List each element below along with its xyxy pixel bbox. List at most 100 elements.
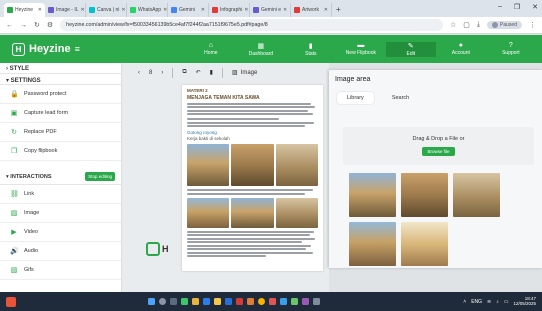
sidebar-item-capture-lead-form[interactable]: ▣ Capture lead form (0, 104, 121, 123)
tab-library[interactable]: Library (337, 92, 374, 104)
flipbook-page[interactable]: MATERI 2 MENJAGA TEMAN KITA SAWA Gotong … (182, 85, 323, 271)
app-icon[interactable] (302, 298, 309, 305)
app-icon[interactable] (291, 298, 298, 305)
tab-close-icon[interactable]: ✕ (201, 7, 205, 13)
new-tab-button[interactable]: + (336, 5, 341, 14)
sidebar-item-copy-flipbook[interactable]: ❐ Copy flipbook (0, 142, 121, 161)
app-icon[interactable] (225, 298, 232, 305)
sidebar-item-label: Gifs (24, 267, 34, 273)
widget-icon[interactable] (6, 296, 16, 307)
tab-close-icon[interactable]: ✕ (283, 7, 287, 13)
bookmark-star-icon[interactable]: ☆ (450, 21, 456, 29)
stop-editing-button[interactable]: Stop editing (85, 172, 115, 181)
browser-menu-icon[interactable]: ⋮ (529, 21, 536, 29)
tab-close-icon[interactable]: ✕ (324, 7, 328, 13)
heyzine-logo[interactable]: H Heyzine ≡ (0, 42, 86, 56)
volume-icon[interactable]: ♪ (496, 299, 499, 305)
reload-icon[interactable]: ↻ (34, 21, 40, 29)
library-image[interactable] (401, 222, 448, 266)
image-tool-button[interactable]: ▨ Image (232, 69, 257, 77)
nav-support[interactable]: ? Support (486, 42, 536, 57)
app-icon[interactable] (203, 298, 210, 305)
sidebar-settings-section[interactable]: ▾ SETTINGS (0, 74, 121, 85)
menu-toggle-icon[interactable]: ≡ (75, 44, 80, 54)
tab-close-icon[interactable]: ✕ (163, 7, 167, 13)
sidebar-item-image[interactable]: ▨ Image (0, 204, 121, 223)
next-page-button[interactable]: › (161, 70, 163, 76)
browser-tab[interactable]: WhatsApp ✕ (127, 3, 168, 17)
tab-close-icon[interactable]: ✕ (81, 7, 85, 13)
copy-icon[interactable]: ⧉ (182, 69, 186, 76)
nav-stats[interactable]: ▮ Stats (286, 42, 336, 57)
folder-icon[interactable] (214, 298, 221, 305)
minimize-icon[interactable]: – (498, 3, 502, 11)
app-icon[interactable] (192, 298, 199, 305)
url-field[interactable]: heyzine.com/admin/view/fx=f50033456139b5… (60, 19, 444, 31)
app-icon[interactable] (280, 298, 287, 305)
upload-text: Drag & Drop a File or (412, 136, 465, 142)
library-image[interactable] (453, 173, 500, 217)
sidebar-interactions-section[interactable]: ▾ INTERACTIONS Stop editing (0, 169, 121, 185)
sidebar-item-icon: ⛓ (10, 191, 19, 198)
browser-tab[interactable]: Canva | ni ✕ (86, 3, 127, 17)
library-image[interactable] (349, 173, 396, 217)
library-image[interactable] (349, 222, 396, 266)
nav-account[interactable]: ● Account (436, 42, 486, 57)
browser-tab[interactable]: Gemini ✕ (168, 3, 209, 17)
app-icon[interactable] (269, 298, 276, 305)
nav-new-flipbook[interactable]: ▬ New Flipbook (336, 42, 386, 57)
upload-dropzone[interactable]: Drag & Drop a File or Browse file (343, 127, 534, 165)
chevron-up-icon[interactable]: ˄ (463, 299, 466, 305)
library-image[interactable] (401, 173, 448, 217)
app-icon[interactable] (236, 298, 243, 305)
nav-dashboard[interactable]: ▦ Dashboard (236, 42, 286, 57)
undo-icon[interactable]: ↶ (196, 69, 201, 76)
app-icon[interactable] (247, 298, 254, 305)
extensions-icon[interactable]: ▢ (463, 21, 470, 29)
sidebar-item-gifs[interactable]: ▧ Gifs (0, 261, 121, 280)
chrome-icon[interactable] (258, 298, 265, 305)
search-icon[interactable] (159, 298, 166, 305)
sidebar-item-audio[interactable]: 🔊 Audio (0, 242, 121, 261)
delete-icon[interactable]: ▮ (210, 69, 213, 76)
prev-page-button[interactable]: ‹ (138, 70, 140, 76)
browser-tab[interactable]: Artwork ✕ (291, 3, 332, 17)
sidebar-item-password-protect[interactable]: 🔒 Password protect (0, 85, 121, 104)
app-icon[interactable] (313, 298, 320, 305)
tab-close-icon[interactable]: ✕ (121, 7, 125, 13)
sidebar-style-section[interactable]: › STYLE (0, 63, 121, 74)
nav-edit[interactable]: ✎ Edit (385, 41, 436, 57)
app-icon[interactable] (181, 298, 188, 305)
sidebar-item-link[interactable]: ⛓ Link (0, 185, 121, 204)
download-icon[interactable]: ⤓ (477, 21, 480, 29)
start-icon[interactable] (148, 298, 155, 305)
tab-label: Heyzine (15, 7, 34, 13)
browse-file-button[interactable]: Browse file (422, 147, 455, 156)
tab-close-icon[interactable]: ✕ (38, 7, 42, 13)
nav-label: Home (204, 50, 218, 56)
close-window-icon[interactable]: ✕ (532, 3, 538, 11)
nav-home[interactable]: ⌂ Home (186, 42, 236, 57)
browser-tab[interactable]: Gemini e ✕ (250, 3, 291, 17)
browser-tab[interactable]: Image - IL ✕ (45, 3, 86, 17)
back-icon[interactable]: ← (6, 22, 13, 29)
browser-tab[interactable]: Infographi ✕ (209, 3, 250, 17)
tray-lang[interactable]: ENG (471, 299, 482, 305)
forward-icon[interactable]: → (20, 22, 27, 29)
site-info-icon[interactable]: ⚙ (47, 21, 53, 29)
tab-close-icon[interactable]: ✕ (244, 7, 248, 13)
battery-icon[interactable]: ▭ (504, 299, 509, 305)
tab-search[interactable]: Search (382, 92, 419, 104)
clock[interactable]: 18:47 12/05/2025 (513, 296, 536, 307)
sidebar-item-label: Image (24, 210, 40, 216)
address-bar: ← → ↻ ⚙ heyzine.com/admin/view/fx=f50033… (0, 17, 542, 34)
profile-button[interactable]: Paused (487, 21, 522, 29)
browser-tab[interactable]: Heyzine ✕ (4, 3, 45, 17)
task-view-icon[interactable] (170, 298, 177, 305)
page-small-title: MATERI 2 (187, 88, 208, 93)
sidebar-item-video[interactable]: ▶ Video (0, 223, 121, 242)
nav-logout[interactable]: ⏻Logout (536, 42, 542, 57)
sidebar-item-replace-pdf[interactable]: ↻ Replace PDF (0, 123, 121, 142)
maximize-icon[interactable]: ❐ (514, 3, 520, 11)
wifi-icon[interactable]: ≋ (487, 299, 491, 305)
